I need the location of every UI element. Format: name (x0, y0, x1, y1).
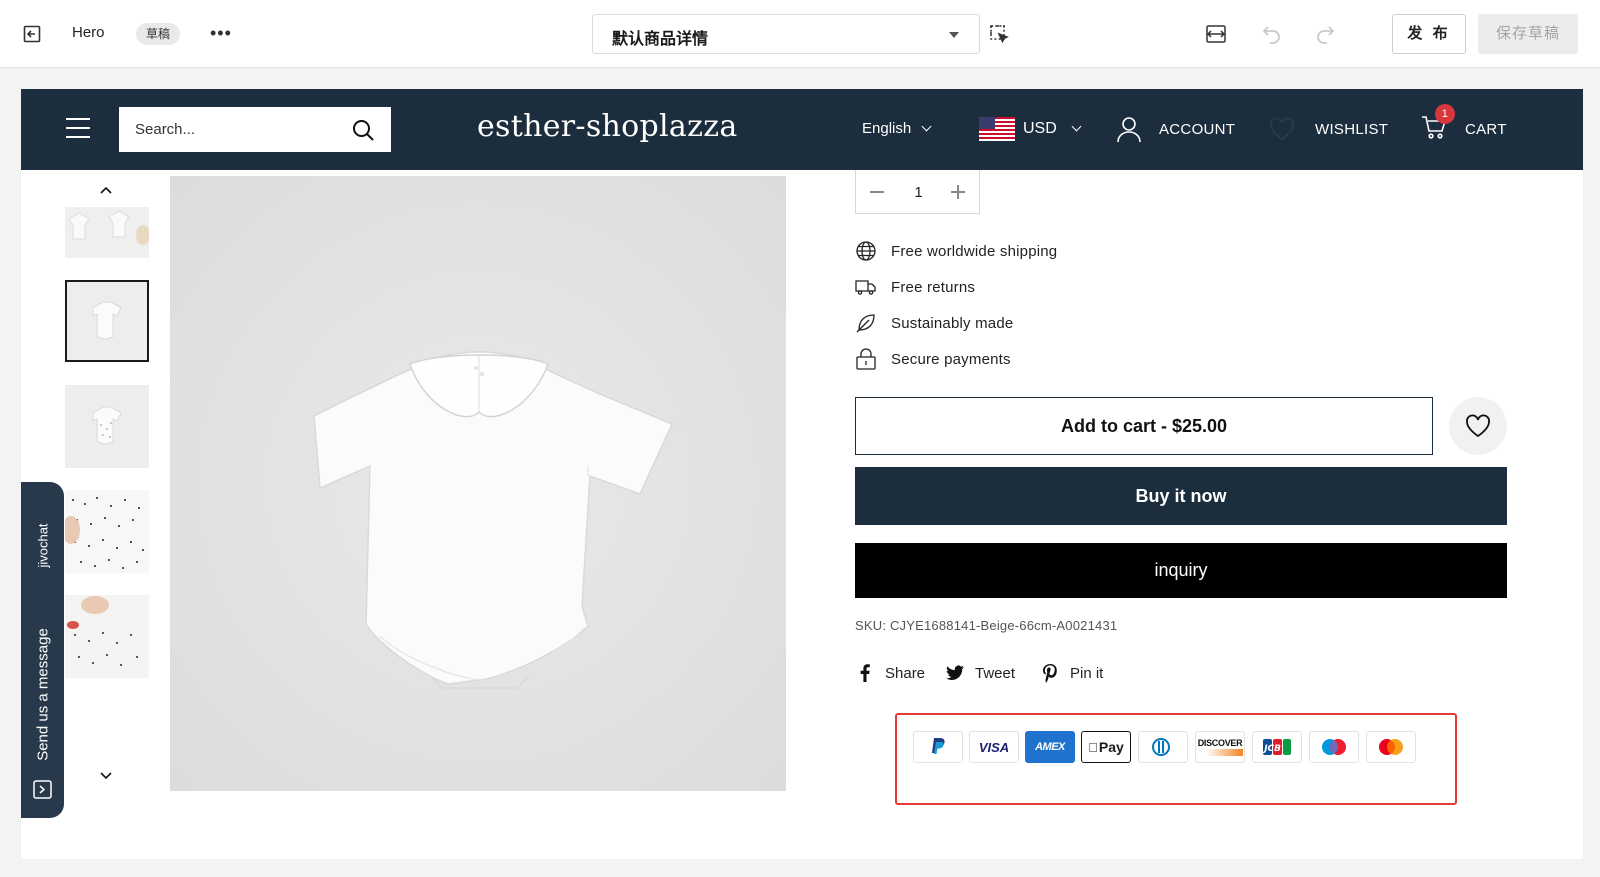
product-thumbnail[interactable] (65, 595, 149, 678)
share-label: Share (885, 664, 926, 682)
preview-canvas: Search... esther-shoplazza English USD A… (21, 89, 1583, 859)
status-badge: 草稿 (136, 23, 181, 45)
more-options-button[interactable]: ••• (210, 22, 234, 46)
language-label: English (862, 120, 912, 137)
responsive-view-icon[interactable] (1202, 20, 1230, 48)
thumbnail-up-icon[interactable] (99, 183, 113, 197)
buy-now-button[interactable]: Buy it now (855, 467, 1507, 525)
truck-icon (855, 280, 876, 295)
leaf-icon (856, 314, 875, 333)
publish-button[interactable]: 发 布 (1392, 14, 1466, 54)
search-icon[interactable] (351, 118, 375, 142)
chevron-down-icon (921, 121, 932, 132)
share-label: Tweet (975, 664, 1016, 682)
amex-icon: AMEX (1025, 731, 1075, 763)
product-main-image[interactable] (170, 176, 786, 791)
product-thumbnail[interactable] (65, 280, 149, 362)
cart-count-badge: 1 (1435, 104, 1455, 124)
language-selector[interactable]: English (862, 120, 932, 137)
payment-methods-highlight: VISA AMEX Pay DISCOVER JCB (895, 713, 1457, 805)
chevron-down-icon (1071, 121, 1082, 131)
feature-label: Secure payments (891, 350, 1011, 368)
share-facebook-link[interactable]: Share (855, 662, 925, 684)
feature-item: Sustainably made (855, 312, 1013, 334)
heart-icon (1466, 414, 1490, 438)
undo-icon[interactable] (1257, 20, 1285, 48)
account-link[interactable]: ACCOUNT (1115, 115, 1235, 143)
pinterest-icon (1043, 664, 1057, 683)
product-thumbnail[interactable] (65, 207, 149, 258)
select-element-icon[interactable] (985, 20, 1013, 48)
template-select-value: 默认商品详情 (612, 31, 709, 48)
share-twitter-link[interactable]: Tweet (945, 662, 1015, 684)
feature-label: Sustainably made (891, 314, 1014, 332)
share-pinterest-link[interactable]: Pin it (1040, 662, 1103, 684)
paypal-icon (913, 731, 963, 763)
product-thumbnail[interactable] (65, 490, 149, 573)
chat-brand: jivochat (35, 523, 51, 568)
us-flag-icon (979, 117, 1015, 141)
menu-icon[interactable] (66, 118, 90, 140)
wishlist-label: WISHLIST (1315, 120, 1389, 138)
lock-icon (856, 348, 876, 370)
inquiry-button[interactable]: inquiry (855, 543, 1507, 598)
maestro-icon (1309, 731, 1359, 763)
apple-pay-label: Pay (1094, 739, 1124, 755)
jcb-icon: JCB (1252, 731, 1302, 763)
chat-message-label: Send us a message (34, 628, 52, 761)
diners-club-icon (1138, 731, 1188, 763)
search-input[interactable]: Search... (119, 107, 391, 152)
store-logo[interactable]: esther-shoplazza (477, 109, 738, 144)
mastercard-icon (1366, 731, 1416, 763)
search-placeholder: Search... (135, 121, 196, 138)
exit-icon[interactable] (20, 22, 44, 46)
feature-item: Free worldwide shipping (855, 240, 1057, 262)
discover-label: DISCOVER (1197, 738, 1243, 748)
redo-icon[interactable] (1312, 20, 1340, 48)
jcb-label: JCB (1262, 744, 1281, 754)
feature-label: Free worldwide shipping (891, 242, 1058, 260)
heart-icon (1270, 117, 1294, 140)
caret-down-icon (949, 32, 959, 38)
quantity-stepper: 1 (855, 170, 980, 214)
quantity-increase-button[interactable] (951, 185, 965, 199)
add-to-cart-button[interactable]: Add to cart - $25.00 (855, 397, 1433, 455)
apple-pay-icon: Pay (1081, 731, 1131, 763)
currency-label: USD (1023, 120, 1057, 137)
feature-item: Free returns (855, 276, 975, 298)
cart-link[interactable]: 1 CART (1421, 104, 1507, 143)
store-header: Search... esther-shoplazza English USD A… (21, 89, 1583, 170)
wishlist-link[interactable]: WISHLIST (1269, 115, 1388, 143)
chat-icon (33, 780, 52, 799)
twitter-icon (946, 665, 964, 681)
cart-label: CART (1465, 120, 1507, 138)
feature-label: Free returns (891, 278, 976, 296)
account-label: ACCOUNT (1159, 120, 1236, 138)
editor-toolbar: Hero 草稿 ••• 默认商品详情 发 布 保存草稿 (0, 0, 1600, 68)
page-name: Hero (72, 24, 105, 41)
globe-icon (856, 241, 876, 261)
user-icon (1117, 117, 1141, 143)
visa-icon: VISA (969, 731, 1019, 763)
chat-widget[interactable]: jivochat Send us a message (21, 482, 64, 818)
discover-icon: DISCOVER (1195, 731, 1245, 763)
feature-item: Secure payments (855, 348, 1011, 370)
thumbnail-down-icon[interactable] (99, 769, 113, 783)
template-select[interactable]: 默认商品详情 (592, 14, 980, 54)
facebook-icon (860, 664, 870, 682)
share-label: Pin it (1070, 664, 1104, 682)
product-thumbnail[interactable] (65, 385, 149, 468)
currency-selector[interactable]: USD (979, 117, 1082, 141)
add-to-wishlist-button[interactable] (1449, 397, 1507, 455)
product-sku: SKU: CJYE1688141-Beige-66cm-A0021431 (855, 618, 1118, 633)
save-draft-button[interactable]: 保存草稿 (1478, 14, 1578, 54)
